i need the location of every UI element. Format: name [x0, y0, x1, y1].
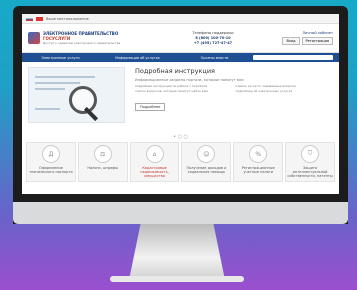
banner-illustration: [28, 67, 125, 123]
category-label: Налоги, штрафы: [87, 166, 119, 170]
register-button[interactable]: Регистрация: [301, 37, 333, 45]
category-label: Регистрационные учетные налоги: [241, 166, 275, 174]
site-logo[interactable]: ЭЛЕКТРОННОЕ ПРАВИТЕЛЬСТВО ГОСУСЛУГИ Дост…: [28, 31, 153, 45]
category-item[interactable]: ⌂ Кадастровые недвижимость, имущество: [129, 142, 180, 182]
location-text[interactable]: Ваше местоположение: [46, 17, 89, 21]
category-list: Д Оформление технического паспорта ⚖ Нал…: [22, 140, 339, 184]
category-label: Получение доходов и социальная помощь: [186, 166, 227, 174]
phone-1: 8 (800) 100-70-10: [195, 35, 231, 40]
doc-icon: Д: [41, 145, 60, 163]
category-item[interactable]: % Регистрационные учетные налоги: [233, 142, 284, 182]
category-label: Защита интеллектуальной собственности, п…: [287, 166, 333, 178]
nav-item-services[interactable]: Электронные услуги: [22, 56, 99, 60]
personal-account-link[interactable]: Личный кабинет: [302, 31, 333, 35]
flag-ru-icon[interactable]: [26, 16, 33, 21]
monitor-stand: [129, 224, 225, 280]
monitor: Ваше местоположение ЭЛЕКТРОННОЕ ПРАВИТЕЛ…: [13, 6, 348, 224]
banner-list: подробная инструкция по работе с портало…: [135, 84, 333, 93]
phone-2: +7 (495) 727-47-47: [193, 40, 233, 45]
search-input[interactable]: [253, 55, 333, 60]
banner-title: Подробная инструкция: [135, 67, 215, 75]
login-button[interactable]: Вход: [282, 37, 300, 45]
category-label: Кадастровые недвижимость, имущество: [140, 166, 169, 178]
pension-icon: ☺: [197, 145, 216, 163]
banner-subtitle: Информационные разделы портала, которые …: [135, 78, 244, 82]
monitor-chin: [13, 202, 348, 224]
category-label: Оформление технического паспорта: [29, 166, 73, 174]
banner-list-item[interactable]: подробнее об электронных услугах: [236, 89, 334, 94]
promo-banner: Подробная инструкция Информационные разд…: [22, 62, 339, 134]
coat-of-arms-icon: [28, 32, 40, 44]
site-header: ЭЛЕКТРОННОЕ ПРАВИТЕЛЬСТВО ГОСУСЛУГИ Дост…: [22, 24, 339, 53]
fine-icon: ⚖: [93, 145, 112, 163]
realty-icon: ⌂: [145, 145, 164, 163]
support-phones: Телефоны поддержки 8 (800) 100-70-10 +7 …: [153, 31, 273, 46]
login-area: Личный кабинет Вход Регистрация: [282, 31, 333, 45]
category-item[interactable]: Д Оформление технического паспорта: [26, 142, 76, 182]
shield-icon: ⛉: [301, 145, 320, 163]
screen: Ваше местоположение ЭЛЕКТРОННОЕ ПРАВИТЕЛ…: [22, 14, 339, 194]
banner-more-button[interactable]: Подробнее: [135, 103, 166, 111]
top-bar: Ваше местоположение: [22, 14, 339, 24]
nav-item-authorities[interactable]: Органы власти: [176, 56, 253, 60]
logo-caption: Доступ к сервисам электронного правитель…: [43, 41, 121, 45]
monitor-base: [110, 276, 244, 282]
category-item[interactable]: ⚖ Налоги, штрафы: [77, 142, 128, 182]
category-item[interactable]: ⛉ Защита интеллектуальной собственности,…: [285, 142, 335, 182]
banner-list-item[interactable]: список вопросов, которые помогут найти в…: [135, 89, 233, 94]
main-nav: Электронные услуги Информация об услугах…: [22, 53, 339, 62]
category-item[interactable]: ☺ Получение доходов и социальная помощь: [181, 142, 232, 182]
nav-item-info[interactable]: Информация об услугах: [99, 56, 176, 60]
percent-icon: %: [249, 145, 268, 163]
flag-icon[interactable]: [36, 16, 43, 21]
